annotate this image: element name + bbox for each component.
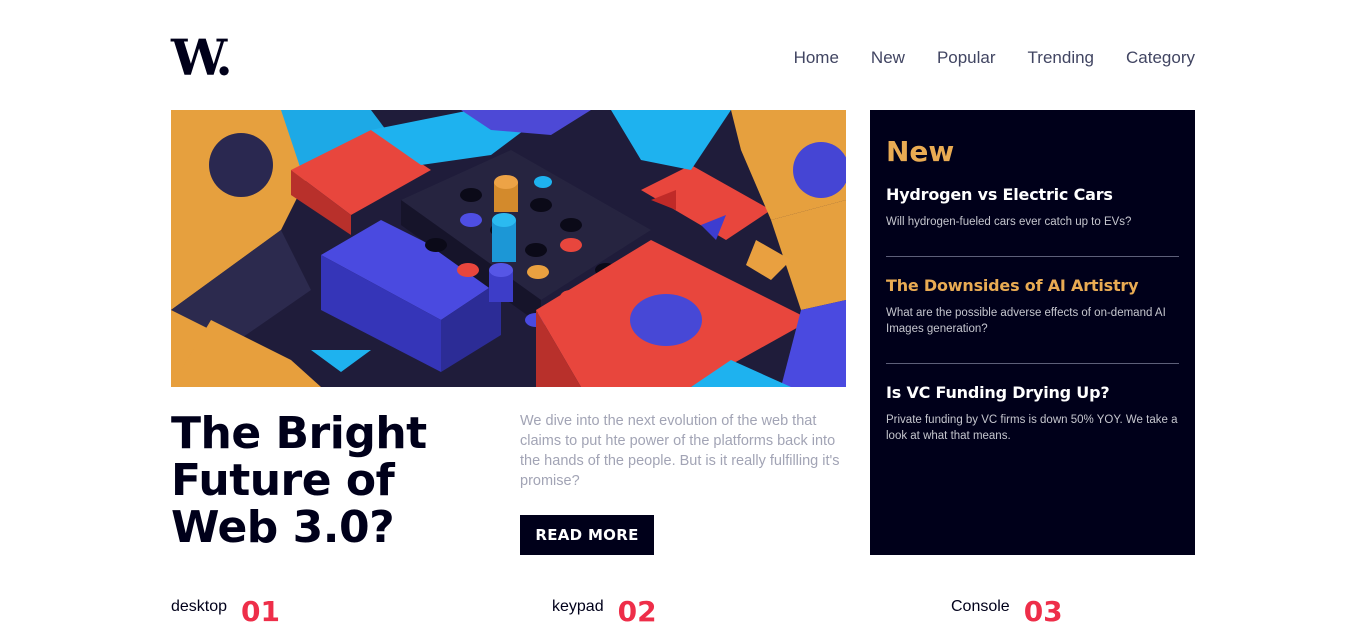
- hero-description: We dive into the next evolution of the w…: [520, 413, 840, 489]
- sidebar-article-title[interactable]: The Downsides of AI Artistry: [886, 275, 1179, 297]
- logo-dot: .: [215, 28, 233, 87]
- bottom-item-number: 01: [241, 595, 281, 628]
- logo-letter: W: [171, 28, 219, 87]
- bottom-item-label: keypad: [552, 598, 604, 615]
- sidebar-heading: New: [886, 135, 955, 168]
- nav-category-link[interactable]: Category: [1126, 48, 1195, 68]
- bottom-item-number: 02: [617, 595, 657, 628]
- hero-title: The Bright Future of Web 3.0?: [171, 408, 427, 553]
- bottom-list-item[interactable]: Console 03: [951, 596, 1063, 628]
- sidebar-article-title[interactable]: Is VC Funding Drying Up?: [886, 382, 1179, 404]
- hero-image: [171, 110, 846, 387]
- new-articles-sidebar: New Hydrogen vs Electric Cars Will hydro…: [870, 110, 1195, 555]
- sidebar-article-summary: What are the possible adverse effects of…: [886, 307, 1166, 335]
- nav-home-link[interactable]: Home: [794, 48, 839, 68]
- site-logo[interactable]: W.: [171, 33, 233, 83]
- main-nav: Home New Popular Trending Category: [794, 48, 1195, 68]
- sidebar-article[interactable]: Is VC Funding Drying Up? Private funding…: [886, 382, 1179, 470]
- sidebar-article[interactable]: Hydrogen vs Electric Cars Will hydrogen-…: [886, 184, 1179, 256]
- nav-popular-link[interactable]: Popular: [937, 48, 996, 68]
- nav-trending-link[interactable]: Trending: [1028, 48, 1094, 68]
- bottom-list-item[interactable]: keypad 02: [552, 596, 657, 628]
- sidebar-divider: [886, 363, 1179, 364]
- sidebar-article-summary: Private funding by VC firms is down 50% …: [886, 414, 1178, 442]
- read-more-button[interactable]: READ MORE: [520, 515, 654, 555]
- sidebar-article[interactable]: The Downsides of AI Artistry What are th…: [886, 275, 1179, 363]
- sidebar-article-title[interactable]: Hydrogen vs Electric Cars: [886, 184, 1179, 206]
- bottom-item-label: Console: [951, 598, 1010, 615]
- bottom-item-label: desktop: [171, 598, 228, 615]
- bottom-list-item[interactable]: desktop 01: [171, 596, 280, 628]
- sidebar-divider: [886, 256, 1179, 257]
- nav-new-link[interactable]: New: [871, 48, 905, 68]
- sidebar-article-summary: Will hydrogen-fueled cars ever catch up …: [886, 216, 1132, 228]
- bottom-item-number: 03: [1023, 595, 1063, 628]
